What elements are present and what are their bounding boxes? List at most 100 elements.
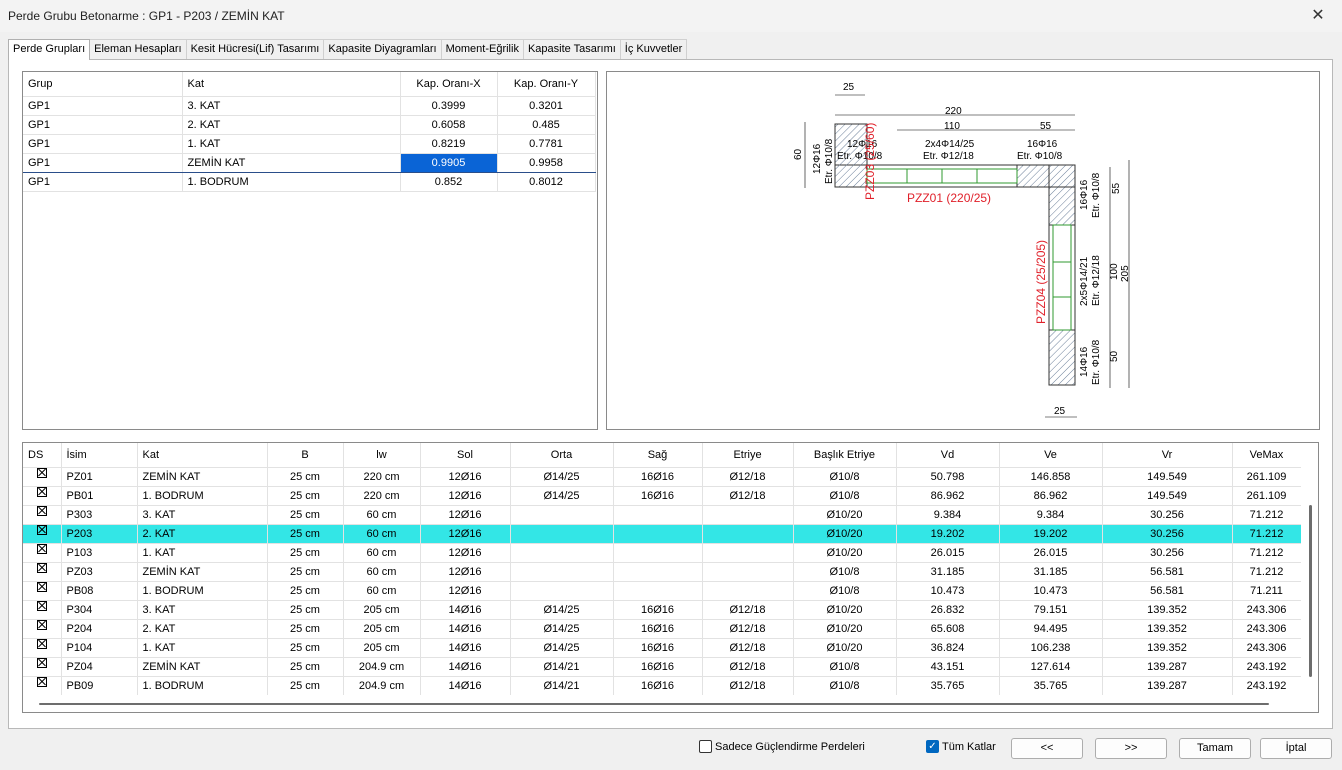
table-row-selected[interactable]: GP1 ZEMİN KAT 0.9905 0.9958: [23, 152, 596, 173]
table-row[interactable]: P303 3. KAT 25 cm 60 cm 12Ø16 Ø10/20 9.384 9.38…: [23, 505, 1302, 525]
only-strengthening-checkbox[interactable]: Sadece Güçlendirme Perdeleri: [699, 740, 865, 753]
ds-cell[interactable]: [23, 562, 62, 582]
cell: Ø14/25: [510, 486, 614, 506]
checkbox-x-icon[interactable]: [36, 525, 47, 536]
tab-ic-kuvvetler[interactable]: İç Kuvvetler: [619, 39, 688, 59]
tab-kapasite-diyagramlari[interactable]: Kapasite Diyagramları: [323, 39, 442, 59]
cell: Ø10/20: [793, 600, 897, 620]
ds-cell[interactable]: [23, 619, 62, 639]
tab-perde-gruplari[interactable]: Perde Grupları: [8, 39, 91, 60]
cell: [613, 524, 703, 544]
checkbox-label: Tüm Katlar: [942, 740, 996, 753]
ds-cell[interactable]: [23, 524, 62, 544]
cell: 25 cm: [267, 524, 344, 544]
checkbox-x-icon[interactable]: [36, 544, 47, 555]
checkbox-x-icon[interactable]: [36, 601, 47, 612]
scroll-thumb[interactable]: [1309, 505, 1312, 677]
vertical-scrollbar[interactable]: [1301, 443, 1318, 697]
col-header[interactable]: Grup: [23, 72, 183, 97]
table-row[interactable]: PB01 1. BODRUM 25 cm 220 cm 12Ø16 Ø14/25 16Ø16…: [23, 486, 1302, 506]
col-header[interactable]: Kap. Oranı-Y: [497, 72, 596, 97]
checkbox-x-icon[interactable]: [36, 563, 47, 574]
col-header[interactable]: Sol: [420, 443, 511, 468]
table-row[interactable]: PZ03 ZEMİN KAT 25 cm 60 cm 12Ø16 Ø10/8 31.185 3…: [23, 562, 1302, 582]
table-row[interactable]: GP1 1. BODRUM 0.852 0.8012: [23, 172, 596, 192]
col-header[interactable]: İsim: [61, 443, 138, 468]
tab-eleman-hesaplari[interactable]: Eleman Hesapları: [89, 39, 187, 59]
table-row[interactable]: GP1 1. KAT 0.8219 0.7781: [23, 134, 596, 154]
table-row[interactable]: GP1 3. KAT 0.3999 0.3201: [23, 96, 596, 116]
group-table-header: Grup Kat Kap. Oranı-X Kap. Oranı-Y: [23, 72, 596, 97]
col-header[interactable]: DS: [23, 443, 62, 468]
col-header[interactable]: B: [267, 443, 344, 468]
prev-button[interactable]: <<: [1011, 738, 1083, 759]
cell: Ø12/18: [702, 600, 794, 620]
table-row[interactable]: PB09 1. BODRUM 25 cm 204.9 cm 14Ø16 Ø14/21 16Ø…: [23, 676, 1302, 696]
scroll-thumb[interactable]: [39, 703, 1269, 705]
table-row[interactable]: PB08 1. BODRUM 25 cm 60 cm 12Ø16 Ø10/8 10.473 1…: [23, 581, 1302, 601]
table-row[interactable]: P104 1. KAT 25 cm 205 cm 14Ø16 Ø14/25 16Ø16 Ø12…: [23, 638, 1302, 658]
ds-cell[interactable]: [23, 467, 62, 487]
col-header[interactable]: Kap. Oranı-X: [400, 72, 498, 97]
checkmark-icon[interactable]: ✓: [926, 740, 939, 753]
table-row-selected[interactable]: P203 2. KAT 25 cm 60 cm 12Ø16 Ø10/20 19.202 19.…: [23, 524, 1302, 544]
table-row[interactable]: P204 2. KAT 25 cm 205 cm 14Ø16 Ø14/25 16Ø16 Ø12…: [23, 619, 1302, 639]
tab-moment-egrilik[interactable]: Moment-Eğrilik: [440, 39, 524, 59]
table-row[interactable]: PZ01 ZEMİN KAT 25 cm 220 cm 12Ø16 Ø14/25 16Ø16…: [23, 467, 1302, 487]
checkbox-x-icon[interactable]: [36, 658, 47, 669]
checkbox-x-icon[interactable]: [36, 487, 47, 498]
ds-cell[interactable]: [23, 543, 62, 563]
cell: P104: [61, 638, 138, 658]
next-button[interactable]: >>: [1095, 738, 1167, 759]
cell: 25 cm: [267, 657, 344, 677]
table-row[interactable]: GP1 2. KAT 0.6058 0.485: [23, 115, 596, 135]
ds-cell[interactable]: [23, 638, 62, 658]
cell: [510, 543, 614, 563]
tab-kesit-hucresi[interactable]: Kesit Hücresi(Lif) Tasarımı: [185, 39, 325, 59]
cancel-button[interactable]: İptal: [1260, 738, 1332, 759]
element-label: PZZ03 (25/60): [863, 123, 877, 200]
all-floors-checkbox[interactable]: ✓ Tüm Katlar: [926, 740, 996, 753]
elements-table-body: PZ01 ZEMİN KAT 25 cm 220 cm 12Ø16 Ø14/25 16Ø16…: [23, 467, 1302, 696]
cell: 2. KAT: [137, 619, 268, 639]
close-icon[interactable]: ✕: [1308, 6, 1328, 26]
tab-kapasite-tasarimi[interactable]: Kapasite Tasarımı: [522, 39, 621, 59]
col-header[interactable]: Kat: [182, 72, 401, 97]
col-header[interactable]: Etriye: [702, 443, 794, 468]
col-header[interactable]: Vr: [1102, 443, 1233, 468]
checkbox-x-icon[interactable]: [36, 506, 47, 517]
table-row[interactable]: P103 1. KAT 25 cm 60 cm 12Ø16 Ø10/20 26.015 26.…: [23, 543, 1302, 563]
cell: 220 cm: [343, 467, 421, 487]
ds-cell[interactable]: [23, 600, 62, 620]
checkbox-x-icon[interactable]: [36, 677, 47, 688]
cell: 0.7781: [497, 134, 596, 154]
checkbox-x-icon[interactable]: [36, 582, 47, 593]
cell: GP1: [23, 96, 183, 116]
cell: 36.824: [896, 638, 1000, 658]
ds-cell[interactable]: [23, 505, 62, 525]
ds-cell[interactable]: [23, 657, 62, 677]
cell-selected[interactable]: 0.9905: [400, 152, 498, 173]
ds-cell[interactable]: [23, 486, 62, 506]
checkbox-x-icon[interactable]: [36, 620, 47, 631]
ds-cell[interactable]: [23, 581, 62, 601]
col-header[interactable]: Ve: [999, 443, 1103, 468]
col-header[interactable]: lw: [343, 443, 421, 468]
cell: 71.212: [1232, 524, 1302, 544]
group-table: Grup Kat Kap. Oranı-X Kap. Oranı-Y GP1 3…: [22, 71, 598, 430]
table-row[interactable]: PZ04 ZEMİN KAT 25 cm 204.9 cm 14Ø16 Ø14/21 16Ø…: [23, 657, 1302, 677]
section-drawing: 25 220 110 55 60 205 55 100 50 25 12Φ16 …: [793, 82, 1131, 418]
col-header[interactable]: Kat: [137, 443, 268, 468]
col-header[interactable]: Sağ: [613, 443, 703, 468]
checkbox-icon[interactable]: [699, 740, 712, 753]
col-header[interactable]: Vd: [896, 443, 1000, 468]
checkbox-x-icon[interactable]: [36, 639, 47, 650]
ds-cell[interactable]: [23, 676, 62, 696]
horizontal-scrollbar[interactable]: [23, 695, 1318, 712]
col-header[interactable]: Orta: [510, 443, 614, 468]
ok-button[interactable]: Tamam: [1179, 738, 1251, 759]
col-header[interactable]: Başlık Etriye: [793, 443, 897, 468]
checkbox-x-icon[interactable]: [36, 468, 47, 479]
table-row[interactable]: P304 3. KAT 25 cm 205 cm 14Ø16 Ø14/25 16Ø16 Ø12…: [23, 600, 1302, 620]
col-header[interactable]: VeMax: [1232, 443, 1302, 468]
